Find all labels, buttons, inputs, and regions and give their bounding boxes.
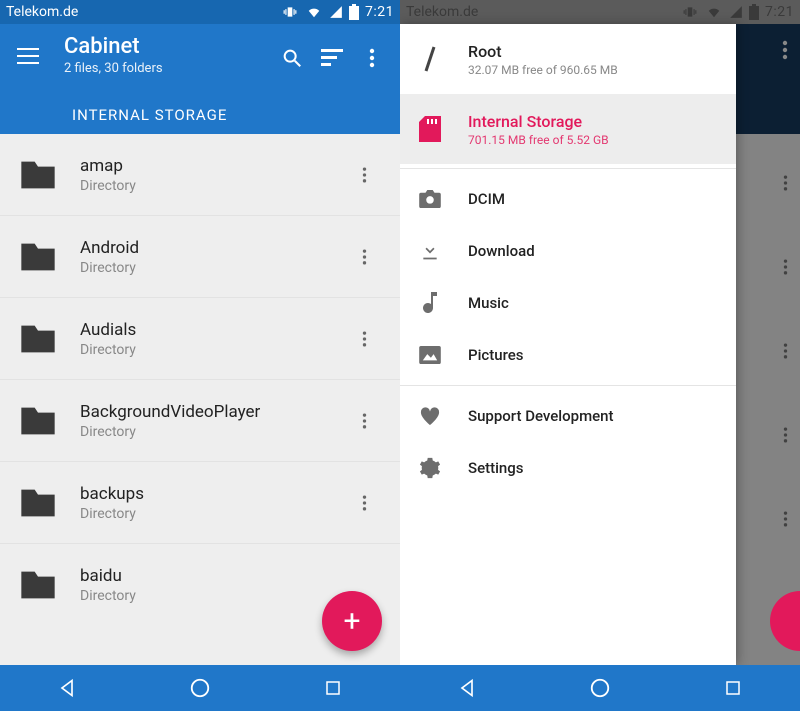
system-nav-bar [400, 665, 800, 711]
heart-icon [414, 406, 446, 426]
folder-icon [16, 481, 60, 525]
root-icon [414, 45, 446, 73]
drawer-item-label: Music [468, 294, 509, 312]
item-name: Android [80, 238, 362, 258]
search-icon [281, 47, 303, 69]
dimmed-overflow-button [782, 40, 788, 60]
music-icon [414, 292, 446, 314]
nav-home-button[interactable] [180, 668, 220, 708]
hamburger-icon [17, 48, 39, 64]
app-title: Cabinet [64, 34, 272, 59]
drawer-item-pictures[interactable]: Pictures [400, 329, 736, 381]
item-name: backups [80, 484, 362, 504]
item-overflow-button[interactable] [362, 166, 390, 184]
list-item[interactable]: BackgroundVideoPlayer Directory [0, 380, 400, 462]
back-triangle-icon [57, 678, 77, 698]
more-vert-icon [369, 48, 375, 68]
fab-add-button[interactable]: + [322, 591, 382, 651]
nav-recent-button[interactable] [713, 668, 753, 708]
item-overflow-button[interactable] [362, 248, 390, 266]
drawer-item-label: Pictures [468, 346, 523, 364]
item-sub: Directory [80, 424, 362, 440]
screen-file-list: Telekom.de 7:21 Cabinet [0, 0, 400, 711]
app-bar: Cabinet 2 files, 30 folders INTERNAL STO… [0, 24, 400, 134]
carrier-label: Telekom.de [6, 4, 78, 20]
system-nav-bar [0, 665, 400, 711]
divider [400, 385, 736, 386]
item-sub: Directory [80, 588, 362, 604]
list-item[interactable]: backups Directory [0, 462, 400, 544]
item-name: baidu [80, 566, 362, 586]
item-name: amap [80, 156, 362, 176]
nav-back-button[interactable] [47, 668, 87, 708]
storage-name: Root [468, 42, 618, 61]
wifi-icon [305, 5, 323, 19]
drawer-item-label: DCIM [468, 190, 505, 208]
item-name: Audials [80, 320, 362, 340]
drawer-item-music[interactable]: Music [400, 277, 736, 329]
storage-sub: 32.07 MB free of 960.65 MB [468, 63, 618, 77]
item-overflow-button[interactable] [362, 330, 390, 348]
folder-icon [16, 235, 60, 279]
breadcrumb[interactable]: INTERNAL STORAGE [72, 106, 227, 124]
sort-icon [321, 49, 343, 67]
drawer-item-download[interactable]: Download [400, 225, 736, 277]
item-sub: Directory [80, 506, 362, 522]
home-circle-icon [589, 677, 611, 699]
app-subtitle: 2 files, 30 folders [64, 61, 272, 76]
battery-icon [349, 4, 359, 20]
drawer-storage-root[interactable]: Root 32.07 MB free of 960.65 MB [400, 24, 736, 94]
list-item[interactable]: amap Directory [0, 134, 400, 216]
item-sub: Directory [80, 178, 362, 194]
nav-back-button[interactable] [447, 668, 487, 708]
item-overflow-button[interactable] [362, 494, 390, 512]
overflow-button[interactable] [352, 38, 392, 78]
list-item[interactable]: Audials Directory [0, 298, 400, 380]
drawer-item-settings[interactable]: Settings [400, 442, 736, 494]
folder-icon [16, 317, 60, 361]
nav-home-button[interactable] [580, 668, 620, 708]
item-name: BackgroundVideoPlayer [80, 402, 362, 422]
sort-button[interactable] [312, 38, 352, 78]
divider [400, 168, 736, 169]
item-overflow-button[interactable] [362, 412, 390, 430]
download-icon [414, 241, 446, 261]
item-sub: Directory [80, 342, 362, 358]
drawer-item-label: Settings [468, 459, 524, 477]
storage-name: Internal Storage [468, 112, 609, 131]
menu-button[interactable] [8, 36, 48, 76]
clock-label: 7:21 [365, 4, 394, 20]
recent-square-icon [724, 679, 742, 697]
camera-icon [414, 190, 446, 208]
drawer-item-dcim[interactable]: DCIM [400, 173, 736, 225]
folder-icon [16, 563, 60, 607]
plus-icon: + [343, 604, 360, 639]
nav-recent-button[interactable] [313, 668, 353, 708]
signal-icon [329, 5, 343, 19]
vibrate-icon [281, 5, 299, 19]
home-circle-icon [189, 677, 211, 699]
recent-square-icon [324, 679, 342, 697]
picture-icon [414, 346, 446, 364]
drawer-item-label: Support Development [468, 407, 614, 425]
folder-icon [16, 153, 60, 197]
drawer-item-label: Download [468, 242, 535, 260]
back-triangle-icon [457, 678, 477, 698]
screen-drawer-open: Telekom.de 7:21 Root 32.07 MB free of 96… [400, 0, 800, 711]
list-item[interactable]: Android Directory [0, 216, 400, 298]
drawer-item-support[interactable]: Support Development [400, 390, 736, 442]
search-button[interactable] [272, 38, 312, 78]
file-list[interactable]: amap Directory Android Directory Audials [0, 134, 400, 665]
item-sub: Directory [80, 260, 362, 276]
drawer-storage-internal[interactable]: Internal Storage 701.15 MB free of 5.52 … [400, 94, 736, 164]
navigation-drawer: Root 32.07 MB free of 960.65 MB Internal… [400, 24, 736, 665]
folder-icon [16, 399, 60, 443]
status-bar: Telekom.de 7:21 [0, 0, 400, 24]
storage-sub: 701.15 MB free of 5.52 GB [468, 133, 609, 147]
gear-icon [414, 457, 446, 479]
sdcard-icon [414, 116, 446, 142]
